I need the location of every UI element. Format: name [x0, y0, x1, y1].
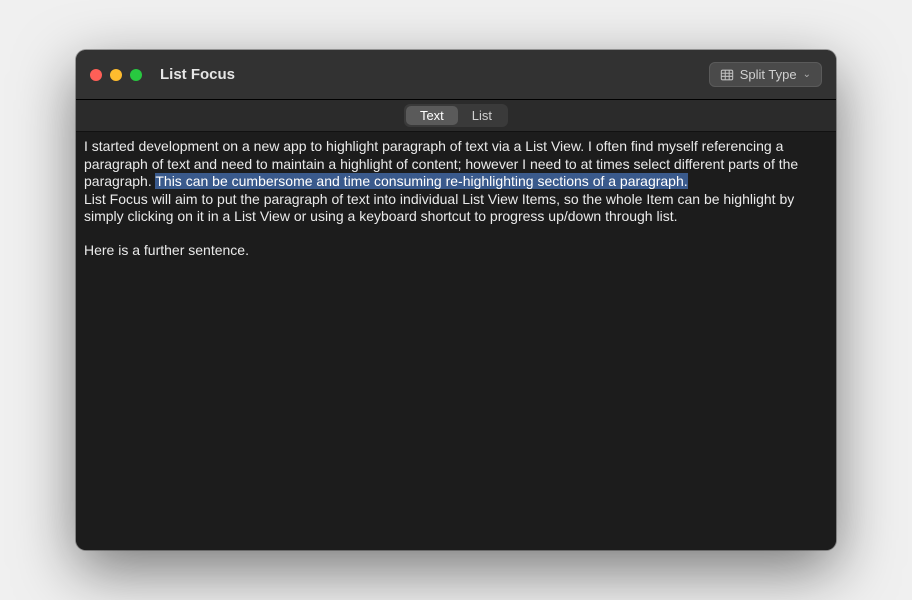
segmented-control: Text List — [404, 104, 508, 127]
titlebar: List Focus Split Type ⌄ — [76, 50, 836, 100]
window-title: List Focus — [160, 66, 235, 83]
traffic-lights — [90, 69, 142, 81]
paragraph-gap — [84, 226, 828, 242]
grid-icon — [720, 68, 734, 82]
chevron-down-icon: ⌄ — [803, 69, 811, 80]
maximize-window-button[interactable] — [130, 69, 142, 81]
app-window: List Focus Split Type ⌄ Text List I star — [76, 50, 836, 550]
split-type-label: Split Type — [740, 67, 797, 82]
content-area[interactable]: I started development on a new app to hi… — [76, 132, 836, 550]
split-type-dropdown[interactable]: Split Type ⌄ — [709, 62, 822, 87]
paragraph-3: Here is a further sentence. — [84, 242, 249, 258]
selected-text: This can be cumbersome and time consumin… — [155, 173, 687, 189]
tab-list[interactable]: List — [458, 106, 506, 125]
close-window-button[interactable] — [90, 69, 102, 81]
minimize-window-button[interactable] — [110, 69, 122, 81]
tabbar: Text List — [76, 100, 836, 132]
toolbar-right: Split Type ⌄ — [709, 62, 822, 87]
tab-text[interactable]: Text — [406, 106, 458, 125]
paragraph-2: List Focus will aim to put the paragraph… — [84, 191, 794, 225]
text-body[interactable]: I started development on a new app to hi… — [84, 138, 828, 259]
